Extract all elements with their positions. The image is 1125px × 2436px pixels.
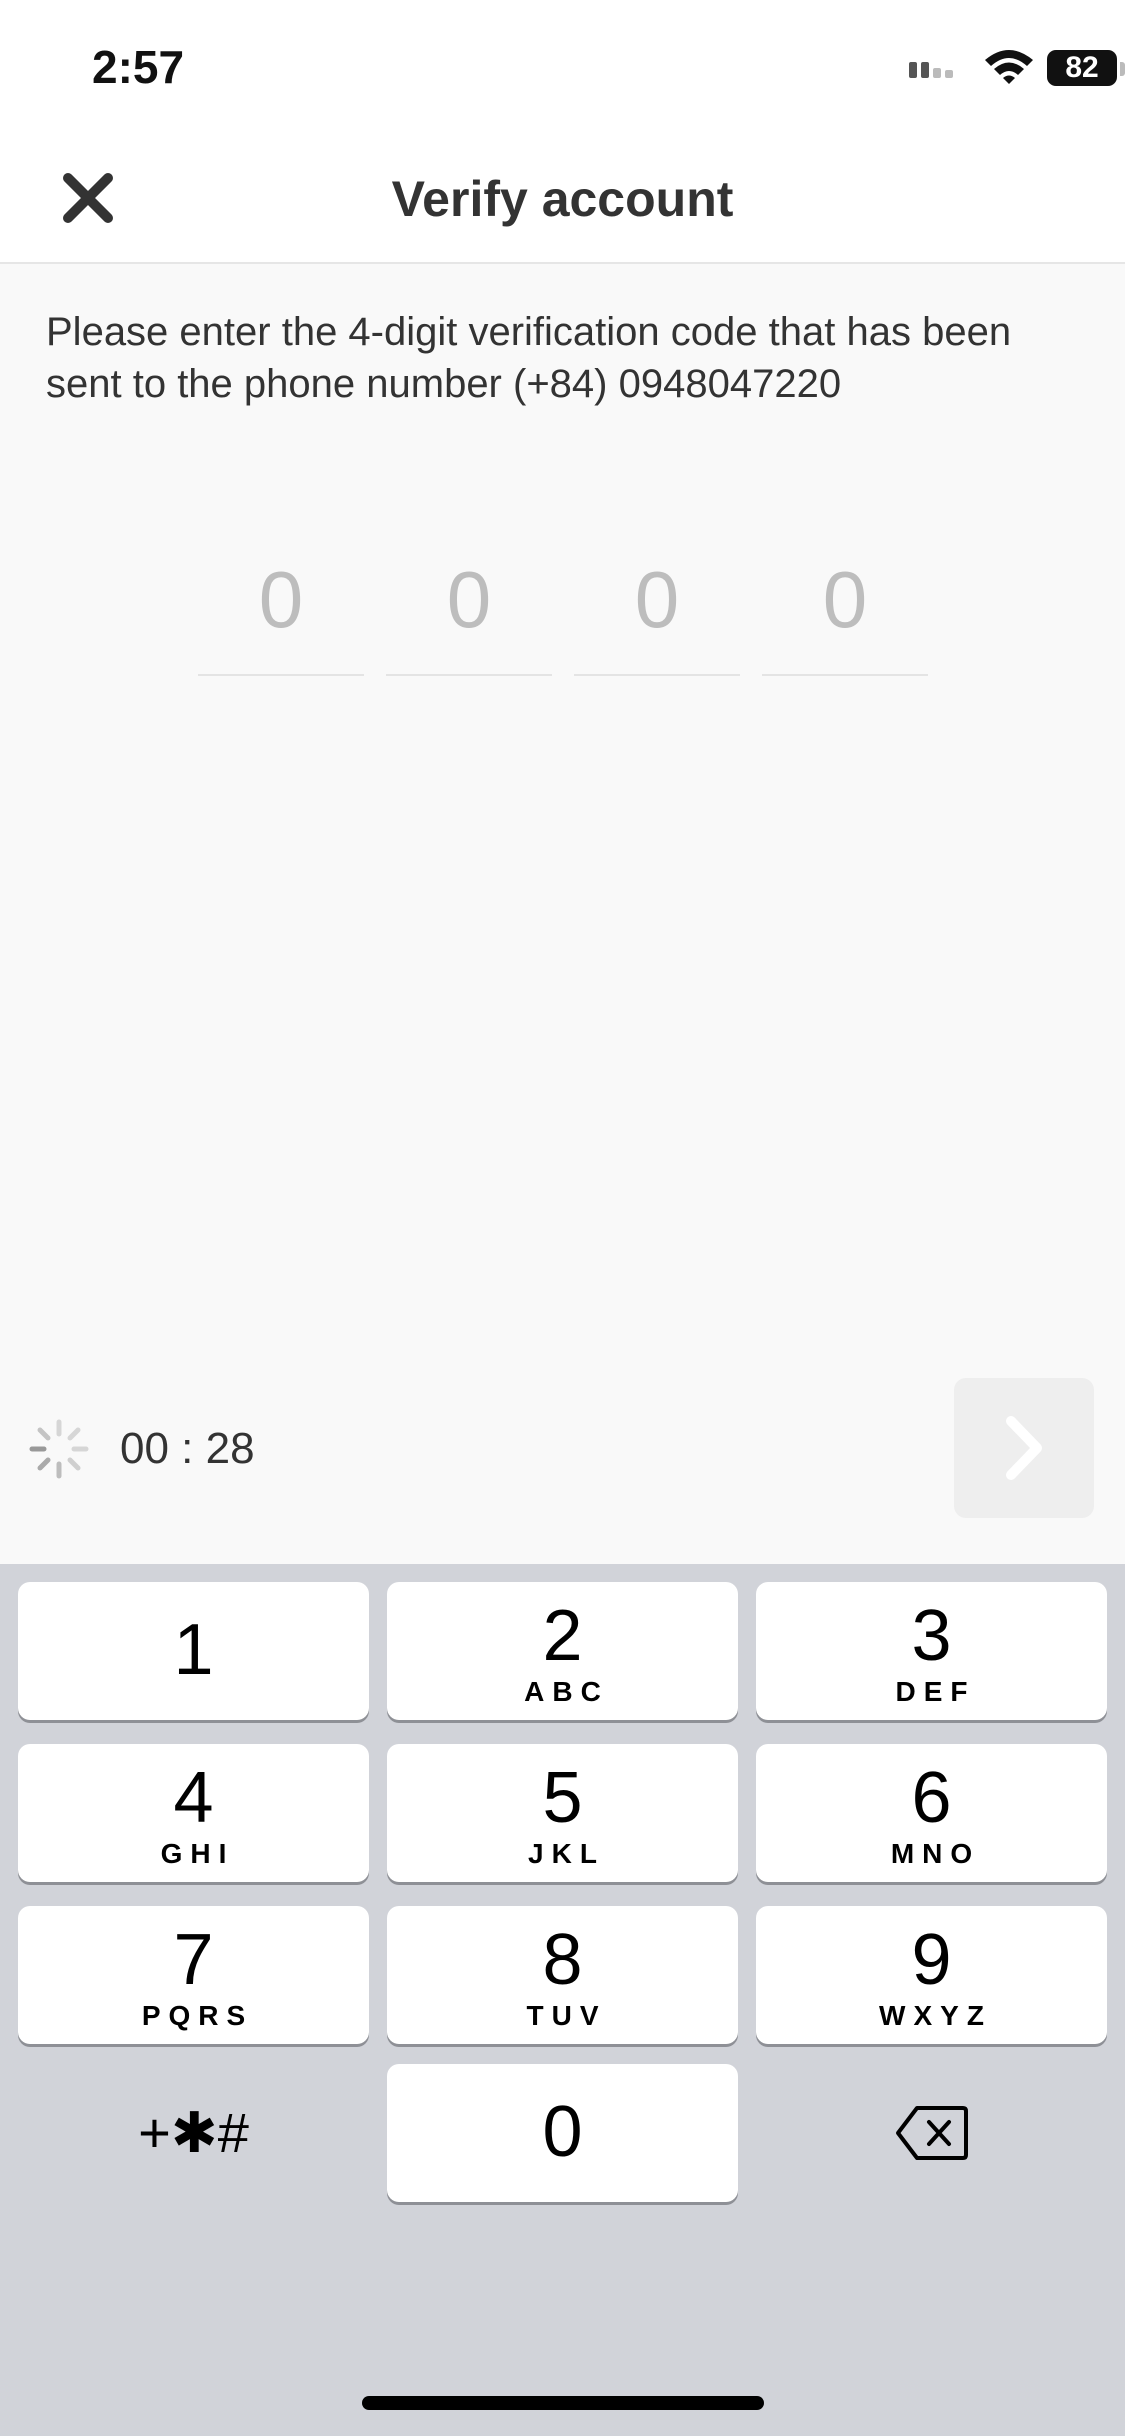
- page-title: Verify account: [391, 171, 734, 227]
- key-8[interactable]: 8 TUV: [387, 1906, 738, 2044]
- symbols-label: +✱#: [138, 2101, 249, 2164]
- code-digit-3-input[interactable]: [574, 540, 740, 660]
- home-indicator[interactable]: [362, 2396, 764, 2410]
- key-6[interactable]: 6 MNO: [756, 1744, 1107, 1882]
- battery-icon: 82: [1047, 50, 1117, 86]
- key-digit: 7: [173, 1920, 214, 2000]
- key-digit: 3: [911, 1596, 952, 1676]
- wifi-icon: [985, 50, 1033, 84]
- key-digit: 0: [542, 2092, 583, 2172]
- key-letters: GHI: [160, 1838, 235, 1869]
- instruction-text: Please enter the 4-digit verification co…: [46, 310, 1012, 406]
- key-digit: 1: [173, 1610, 214, 1690]
- key-letters: ABC: [524, 1676, 609, 1707]
- chevron-right-icon: [1006, 1416, 1042, 1480]
- code-digit-1-input[interactable]: [198, 540, 364, 660]
- verify-account-screen: 2:57 82 Verify account Please enter the …: [0, 0, 1125, 2436]
- key-digit: 5: [542, 1758, 583, 1838]
- key-digit: 9: [911, 1920, 952, 2000]
- status-bar: 2:57 82: [0, 0, 1125, 132]
- key-7[interactable]: 7 PQRS: [18, 1906, 369, 2044]
- verification-code-inputs: [198, 540, 928, 680]
- loading-spinner-icon: [29, 1419, 89, 1479]
- status-time: 2:57: [92, 41, 185, 93]
- key-2[interactable]: 2 ABC: [387, 1582, 738, 1720]
- key-letters: PQRS: [141, 2000, 254, 2031]
- battery-level: 82: [1065, 51, 1099, 84]
- key-9[interactable]: 9 WXYZ: [756, 1906, 1107, 2044]
- key-letters: DEF: [895, 1676, 976, 1707]
- key-digit: 8: [542, 1920, 583, 2000]
- key-digit: 4: [173, 1758, 214, 1838]
- header: Verify account: [0, 132, 1125, 264]
- key-digit: 6: [911, 1758, 952, 1838]
- backspace-icon: [895, 2106, 968, 2160]
- code-digit-2-cell: [386, 540, 552, 676]
- code-digit-3-cell: [574, 540, 740, 676]
- code-digit-1-cell: [198, 540, 364, 676]
- key-letters: TUV: [526, 2000, 607, 2031]
- key-0[interactable]: 0: [387, 2064, 738, 2202]
- key-letters: JKL: [528, 1838, 605, 1869]
- key-letters: WXYZ: [879, 2000, 992, 2031]
- countdown-text: 00 : 28: [120, 1424, 255, 1473]
- key-digit: 2: [542, 1596, 583, 1676]
- numeric-keypad: 1 2 ABC 3 DEF 4 GHI 5 JKL 6 MNO 7 PQRS 8: [0, 1564, 1125, 2436]
- key-letters: MNO: [890, 1838, 981, 1869]
- code-digit-4-input[interactable]: [762, 540, 928, 660]
- code-digit-4-cell: [762, 540, 928, 676]
- key-4[interactable]: 4 GHI: [18, 1744, 369, 1882]
- battery-nub: [1120, 62, 1125, 76]
- key-5[interactable]: 5 JKL: [387, 1744, 738, 1882]
- next-button[interactable]: [954, 1378, 1094, 1518]
- key-1[interactable]: 1: [18, 1582, 369, 1720]
- key-symbols[interactable]: +✱#: [18, 2064, 369, 2202]
- code-digit-2-input[interactable]: [386, 540, 552, 660]
- backspace-key[interactable]: [756, 2064, 1107, 2202]
- key-3[interactable]: 3 DEF: [756, 1582, 1107, 1720]
- cellular-signal-icon: [909, 62, 953, 78]
